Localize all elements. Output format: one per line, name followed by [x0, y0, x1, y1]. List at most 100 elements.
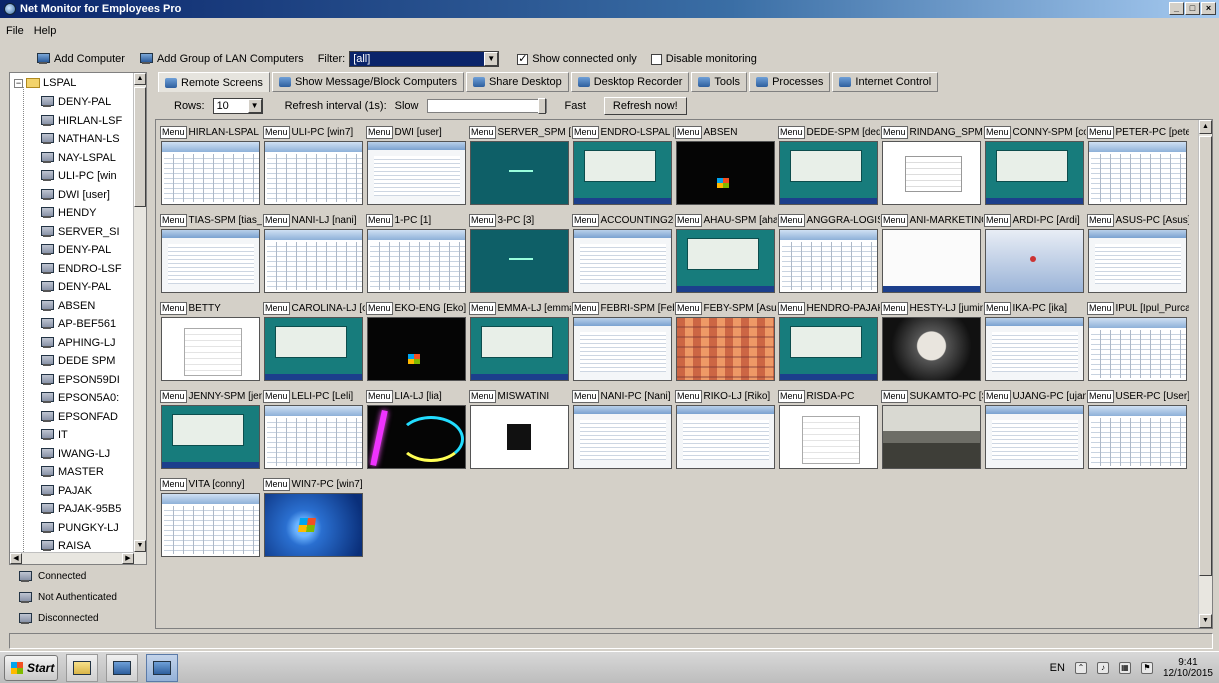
tile-menu-button[interactable]: Menu [778, 214, 805, 227]
add-computer-button[interactable]: Add Computer [36, 53, 125, 65]
menu-help[interactable]: Help [32, 25, 59, 37]
collapse-icon[interactable]: − [14, 78, 23, 88]
screen-thumbnail[interactable] [264, 493, 363, 557]
tile-menu-button[interactable]: Menu [1087, 214, 1114, 227]
screen-thumbnail[interactable] [264, 317, 363, 381]
screen-thumbnail[interactable] [367, 229, 466, 293]
remote-screen-tile[interactable]: Menu ABSEN [675, 125, 777, 207]
close-button[interactable]: × [1201, 2, 1216, 15]
remote-screen-tile[interactable]: Menu JENNY-SPM [jenr [160, 389, 262, 471]
show-connected-only-toggle[interactable]: Show connected only [517, 52, 637, 65]
tile-menu-button[interactable]: Menu [572, 126, 599, 139]
tile-menu-button[interactable]: Menu [881, 126, 908, 139]
screen-thumbnail[interactable] [779, 229, 878, 293]
remote-screen-tile[interactable]: Menu BETTY [160, 301, 262, 383]
tile-menu-button[interactable]: Menu [469, 302, 496, 315]
tree-item[interactable]: EPSON5A0: [40, 389, 135, 408]
screen-thumbnail[interactable] [779, 317, 878, 381]
screen-thumbnail[interactable] [367, 141, 466, 205]
remote-screen-tile[interactable]: Menu MISWATINI [469, 389, 571, 471]
remote-screen-tile[interactable]: Menu RIKO-LJ [Riko] [675, 389, 777, 471]
tile-menu-button[interactable]: Menu [263, 214, 290, 227]
tile-menu-button[interactable]: Menu [881, 390, 908, 403]
tile-menu-button[interactable]: Menu [469, 390, 496, 403]
tile-menu-button[interactable]: Menu [984, 302, 1011, 315]
slider-handle[interactable] [537, 98, 546, 114]
add-group-button[interactable]: Add Group of LAN Computers [139, 53, 304, 65]
scroll-left-icon[interactable]: ◀ [10, 553, 22, 564]
remote-screen-tile[interactable]: Menu DWI [user] [366, 125, 468, 207]
refresh-interval-slider[interactable] [426, 98, 547, 114]
screen-thumbnail[interactable] [264, 141, 363, 205]
screen-thumbnail[interactable] [470, 141, 569, 205]
action-center-icon[interactable]: ⚑ [1140, 662, 1153, 674]
screen-thumbnail[interactable] [882, 405, 981, 469]
remote-screen-tile[interactable]: Menu LIA-LJ [lia] [366, 389, 468, 471]
screen-thumbnail[interactable] [882, 317, 981, 381]
tree-item[interactable]: EPSONFAD [40, 408, 135, 427]
screen-thumbnail[interactable] [1088, 405, 1187, 469]
tab-tools[interactable]: Tools [691, 72, 748, 92]
screen-thumbnail[interactable] [573, 141, 672, 205]
tile-menu-button[interactable]: Menu [572, 390, 599, 403]
tile-menu-button[interactable]: Menu [984, 126, 1011, 139]
tree-item[interactable]: PAJAK [40, 482, 135, 501]
network-icon[interactable]: ▦ [1118, 662, 1131, 674]
tile-menu-button[interactable]: Menu [881, 214, 908, 227]
screen-thumbnail[interactable] [676, 141, 775, 205]
remote-screen-tile[interactable]: Menu 3-PC [3] [469, 213, 571, 295]
screen-thumbnail[interactable] [779, 405, 878, 469]
screen-thumbnail[interactable] [161, 141, 260, 205]
screen-thumbnail[interactable] [161, 317, 260, 381]
tree-item[interactable]: HIRLAN-LSF [40, 112, 135, 131]
scroll-thumb[interactable] [134, 87, 146, 207]
tile-menu-button[interactable]: Menu [778, 302, 805, 315]
tile-menu-button[interactable]: Menu [1087, 390, 1114, 403]
computer-tree[interactable]: − LSPAL DENY-PAL HIRLAN-LSF NATHAN-LS NAY-L… [9, 72, 147, 565]
screen-thumbnail[interactable] [985, 229, 1084, 293]
remote-screen-tile[interactable]: Menu NANI-LJ [nani] [263, 213, 365, 295]
screen-thumbnail[interactable] [367, 405, 466, 469]
maximize-button[interactable]: □ [1185, 2, 1200, 15]
tile-menu-button[interactable]: Menu [675, 302, 702, 315]
remote-screen-tile[interactable]: Menu RINDANG_SPM [881, 125, 983, 207]
screen-thumbnail[interactable] [161, 229, 260, 293]
remote-screen-tile[interactable]: Menu EKO-ENG [Eko] [366, 301, 468, 383]
tile-menu-button[interactable]: Menu [160, 390, 187, 403]
screen-thumbnail[interactable] [1088, 229, 1187, 293]
tree-item[interactable]: NATHAN-LS [40, 130, 135, 149]
screen-thumbnail[interactable] [985, 141, 1084, 205]
tree-item[interactable]: IWANG-LJ [40, 445, 135, 464]
clock[interactable]: 9:41 12/10/2015 [1163, 657, 1213, 679]
tile-menu-button[interactable]: Menu [984, 390, 1011, 403]
tree-item[interactable]: DENY-PAL [40, 241, 135, 260]
tab-desktop-recorder[interactable]: Desktop Recorder [570, 72, 690, 92]
screen-thumbnail[interactable] [161, 405, 260, 469]
remote-screen-tile[interactable]: Menu IKA-PC [ika] [984, 301, 1086, 383]
remote-screen-tile[interactable]: Menu ANI-MARKETING [881, 213, 983, 295]
tile-menu-button[interactable]: Menu [778, 390, 805, 403]
remote-screen-tile[interactable]: Menu HENDRO-PAJAK [778, 301, 880, 383]
tree-item[interactable]: APHING-LJ [40, 334, 135, 353]
remote-screen-tile[interactable]: Menu FEBRI-SPM [Febr [572, 301, 674, 383]
tile-menu-button[interactable]: Menu [675, 126, 702, 139]
remote-screen-tile[interactable]: MenuIPUL [Ipul_Purcashin [1087, 301, 1189, 383]
tile-menu-button[interactable]: Menu [263, 478, 290, 491]
disable-monitoring-checkbox[interactable] [650, 53, 662, 65]
screen-thumbnail[interactable] [676, 405, 775, 469]
refresh-now-button[interactable]: Refresh now! [603, 97, 687, 115]
tree-item[interactable]: HENDY [40, 204, 135, 223]
tile-menu-button[interactable]: Menu [263, 126, 290, 139]
remote-screen-tile[interactable]: Menu LELI-PC [Leli] [263, 389, 365, 471]
filter-select[interactable]: [all] ▼ [349, 51, 500, 67]
tree-root[interactable]: − LSPAL [14, 77, 76, 89]
tree-item[interactable]: PUNGKY-LJ [40, 519, 135, 538]
remote-screen-tile[interactable]: Menu ULI-PC [win7] [263, 125, 365, 207]
screen-thumbnail[interactable] [779, 141, 878, 205]
tree-item[interactable]: EPSON59DI [40, 371, 135, 390]
screen-thumbnail[interactable] [264, 229, 363, 293]
chevron-up-icon[interactable]: ⌃ [1074, 662, 1087, 674]
volume-icon[interactable]: ♪ [1096, 662, 1109, 674]
scroll-up-icon[interactable]: ▲ [1199, 120, 1212, 134]
tile-menu-button[interactable]: Menu [984, 214, 1011, 227]
